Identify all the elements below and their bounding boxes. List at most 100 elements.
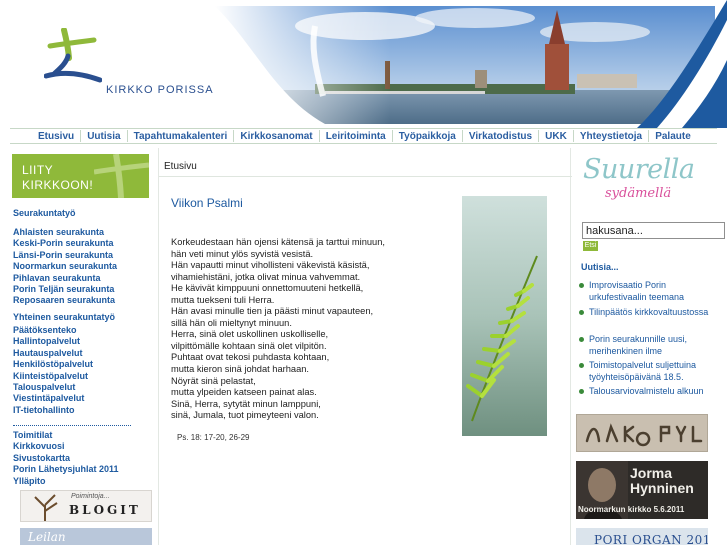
join-church-banner[interactable]: LIITY KIRKKOON!: [12, 154, 149, 198]
psalm-line: Hän vapautti minut vihollisteni väkevist…: [171, 260, 370, 271]
nav-divider: [461, 130, 463, 142]
news-item[interactable]: Improvisaatio Porin urkufestivaalin teem…: [579, 279, 719, 303]
nav-divider: [572, 130, 574, 142]
breadcrumb[interactable]: Etusivu: [164, 161, 197, 172]
psalm-line: mutta kieron sinä johdat harhaan.: [171, 364, 309, 375]
news-item[interactable]: Talousarviovalmistelu alkuun: [579, 385, 719, 397]
psalm-line: Puhtaat ovat tekosi puhdasta kohtaan,: [171, 352, 330, 363]
join-banner-line1: LIITY: [22, 163, 54, 177]
arki-banner[interactable]: [576, 414, 708, 452]
sidebar-item-lahetysjuhlat[interactable]: Porin Lähetysjuhlat 2011: [13, 464, 119, 475]
suurella-logo-line1[interactable]: Suurella: [583, 154, 695, 185]
news-item[interactable]: Porin seurakunnille uusi, merihenkinen i…: [579, 333, 719, 357]
nav-divider: [126, 130, 128, 142]
main-navigation: Etusivu Uutisia Tapahtumakalenteri Kirkk…: [10, 128, 717, 144]
cross-watermark-icon: [94, 154, 149, 198]
news-item[interactable]: Tilinpäätös kirkkovaltuustossa: [579, 306, 719, 318]
sidebar-item-talouspalvelut[interactable]: Talouspalvelut: [13, 382, 93, 393]
news-item[interactable]: Toimistopalvelut suljettuina työyhteisöp…: [579, 359, 719, 383]
psalm-reference: Ps. 18: 17-20, 26-29: [177, 433, 250, 442]
jorma-banner-name1: Jorma: [630, 465, 673, 481]
psalm-line: Korkeudestaan hän ojensi kätensä ja tart…: [171, 237, 385, 247]
sidebar-item-henkilostopalvelut[interactable]: Henkilöstöpalvelut: [13, 359, 93, 370]
sidebar-item-yllapito[interactable]: Ylläpito: [13, 476, 119, 487]
psalm-line: vilpittömälle kohtaan sinä olet vilpitön…: [171, 340, 327, 351]
sidebar-item-it-tietohallinto[interactable]: IT-tietohallinto: [13, 405, 93, 416]
sidebar-item-teljan[interactable]: Porin Teljän seurakunta: [13, 284, 117, 295]
sidebar-item-kirkkovuosi[interactable]: Kirkkovuosi: [13, 441, 119, 452]
pori-organ-banner[interactable]: PORI ORGAN 2011: [576, 528, 708, 545]
fern-photo: [462, 196, 547, 436]
sidebar-divider: [13, 425, 131, 426]
psalm-line: sillä hän oli mieltynyt minuun.: [171, 317, 292, 328]
breadcrumb-divider: [159, 176, 572, 177]
nav-tyopaikkoja[interactable]: Työpaikkoja: [399, 131, 456, 142]
main-content: Etusivu Viikon Psalmi Korkeudestaan hän …: [158, 148, 572, 545]
blogs-banner-title: BLOGIT: [69, 503, 141, 517]
sidebar-item-toimitilat[interactable]: Toimitilat: [13, 430, 119, 441]
page-title: Viikon Psalmi: [171, 196, 243, 210]
suurella-logo-line2: sydämellä: [605, 186, 672, 201]
sidebar-item-hautauspalvelut[interactable]: Hautauspalvelut: [13, 348, 93, 359]
nav-leiritoiminta[interactable]: Leiritoiminta: [326, 131, 386, 142]
jorma-hynninen-banner[interactable]: Jorma Hynninen Noormarkun kirkko 5.6.201…: [576, 461, 708, 519]
logo[interactable]: KIRKKO PORISSA: [0, 0, 240, 128]
nav-virkatodistus[interactable]: Virkatodistus: [469, 131, 532, 142]
psalm-line: sinä, Jumala, tuot pimeyteeni valon.: [171, 410, 319, 421]
organ-banner-title: PORI ORGAN 2011: [594, 533, 708, 545]
nav-kirkkosanomat[interactable]: Kirkkosanomat: [240, 131, 312, 142]
nav-yhteystietoja[interactable]: Yhteystietoja: [580, 131, 642, 142]
sidebar-item-lansi-pori[interactable]: Länsi-Porin seurakunta: [13, 250, 117, 261]
sidebar-item-noormarkku[interactable]: Noormarkun seurakunta: [13, 261, 117, 272]
nav-divider: [391, 130, 393, 142]
jorma-banner-name2: Hynninen: [630, 480, 694, 496]
nav-palaute[interactable]: Palaute: [655, 131, 691, 142]
tree-icon: [34, 494, 58, 521]
sidebar-item-hallintopalvelut[interactable]: Hallintopalvelut: [13, 336, 93, 347]
news-heading[interactable]: Uutisia...: [581, 262, 619, 272]
nav-divider: [318, 130, 320, 142]
nav-ukk[interactable]: UKK: [545, 131, 567, 142]
sidebar-item-pihlava[interactable]: Pihlavan seurakunta: [13, 273, 117, 284]
psalm-line: mutta tuekseni tuli Herra.: [171, 294, 275, 305]
blogs-banner-subtitle: Poimintoja...: [71, 493, 110, 500]
leilan-banner-title: Leilan: [28, 530, 66, 544]
other-links-list: Toimitilat Kirkkovuosi Sivustokartta Por…: [13, 430, 119, 487]
church-cross-logo-icon: [44, 28, 102, 83]
psalm-text: Korkeudestaan hän ojensi kätensä ja tart…: [171, 237, 431, 422]
services-list: Päätöksenteko Hallintopalvelut Hautauspa…: [13, 325, 93, 416]
leilan-banner[interactable]: Leilan: [20, 528, 152, 545]
sidebar-item-sivustokartta[interactable]: Sivustokartta: [13, 453, 119, 464]
search-input[interactable]: [582, 222, 725, 239]
nav-divider: [648, 130, 650, 142]
sidebar-item-keski-pori[interactable]: Keski-Porin seurakunta: [13, 238, 117, 249]
right-sidebar: Suurella sydämellä Etsi Uutisia... Impro…: [575, 148, 727, 545]
nav-divider: [538, 130, 540, 142]
psalm-line: vihamiehistäni, jotka olivat minua vahve…: [171, 271, 361, 282]
header-swoosh-decoration: [637, 0, 727, 128]
sidebar-item-ahlainen[interactable]: Ahlaisten seurakunta: [13, 227, 117, 238]
psalm-line: Herra, sinä olet uskollinen uskolliselle…: [171, 329, 329, 340]
site-header: KIRKKO PORISSA: [0, 0, 727, 128]
nav-tapahtumakalenteri[interactable]: Tapahtumakalenteri: [134, 131, 228, 142]
heading-yhteinen[interactable]: Yhteinen seurakuntatyö: [13, 312, 115, 322]
parish-list: Ahlaisten seurakunta Keski-Porin seuraku…: [13, 227, 117, 307]
psalm-line: Sinä, Herra, sytytät minun lamppuni,: [171, 398, 321, 409]
psalm-line: Nöyrät sinä pelastat,: [171, 375, 256, 386]
jorma-banner-subtitle: Noormarkun kirkko 5.6.2011: [578, 505, 685, 514]
sidebar-item-paatoksenteko[interactable]: Päätöksenteko: [13, 325, 93, 336]
sidebar-item-viestintapalvelut[interactable]: Viestintäpalvelut: [13, 393, 93, 404]
sidebar-item-kiinteistopalvelut[interactable]: Kiinteistöpalvelut: [13, 371, 93, 382]
search-button[interactable]: Etsi: [583, 241, 598, 251]
arki-pyha-artwork-icon: [585, 423, 703, 447]
sidebar-item-reposaari[interactable]: Reposaaren seurakunta: [13, 295, 117, 306]
nav-divider: [233, 130, 235, 142]
psalm-line: Hän avasi minulle tien ja päästi minut v…: [171, 306, 374, 317]
psalm-line: hän veti minut ylös syvistä vesistä.: [171, 248, 314, 259]
nav-etusivu[interactable]: Etusivu: [38, 131, 74, 142]
blogs-banner[interactable]: Poimintoja... BLOGIT: [20, 490, 152, 522]
psalm-line: mutta ylpeiden katseen painat alas.: [171, 387, 317, 398]
nav-uutisia[interactable]: Uutisia: [87, 131, 120, 142]
left-sidebar: LIITY KIRKKOON! Seurakuntatyö Ahlaisten …: [10, 148, 154, 545]
heading-seurakuntatyo[interactable]: Seurakuntatyö: [13, 208, 76, 218]
